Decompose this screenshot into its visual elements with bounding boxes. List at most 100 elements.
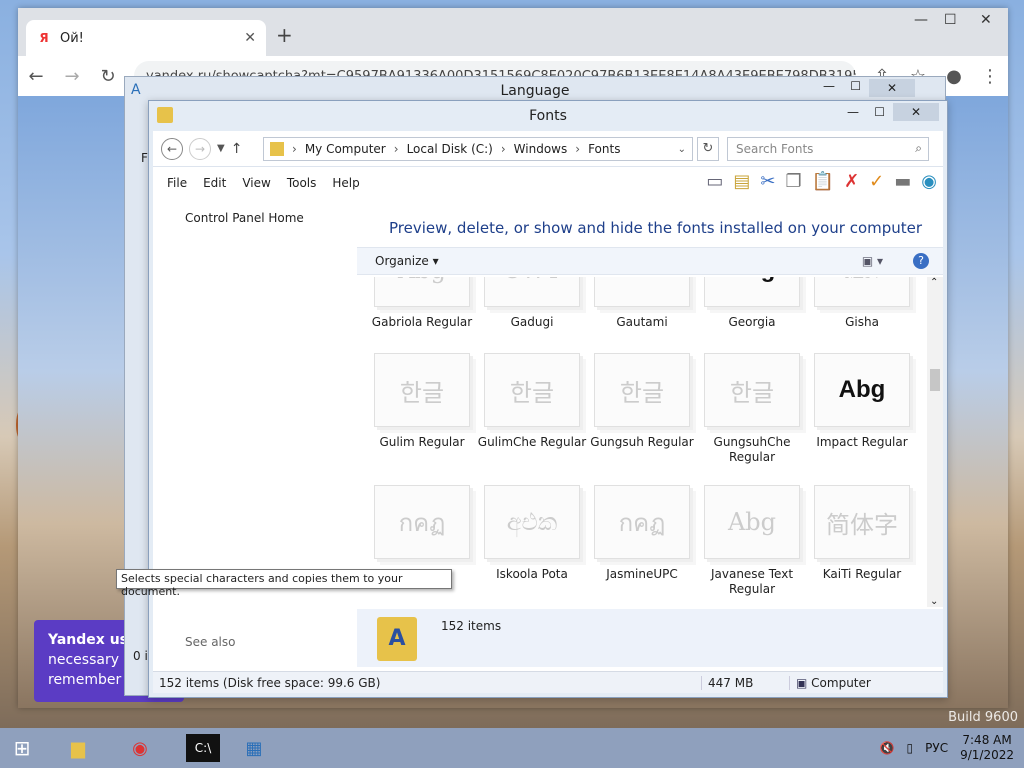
font-item[interactable]: กคฏ	[367, 485, 477, 567]
page-heading: Preview, delete, or show and hide the fo…	[389, 219, 923, 237]
font-item[interactable]: 简体字 KaiTi Regular	[807, 485, 917, 582]
toolbar-icons: ▭ ▤ ✂ ❐ 📋 ✗ ✓ ▬ ◉	[706, 171, 937, 192]
menu-view[interactable]: View	[242, 176, 270, 190]
breadcrumb-item[interactable]: Windows	[514, 142, 568, 156]
font-preview: 한글	[484, 353, 580, 427]
cut-icon[interactable]: ✂	[760, 171, 775, 192]
scroll-down-icon[interactable]: ⌄	[930, 596, 938, 607]
command-prompt-taskbar-icon[interactable]: C:\	[186, 734, 220, 762]
maximize-icon[interactable]: ☐	[850, 79, 861, 93]
close-icon[interactable]: ✕	[893, 103, 939, 121]
forward-icon[interactable]: →	[189, 137, 211, 160]
system-tray: 🔇 ▯ РУС 7:48 AM 9/1/2022	[880, 728, 1014, 768]
input-language[interactable]: РУС	[925, 741, 948, 755]
font-item[interactable]: Abg Impact Regular	[807, 353, 917, 450]
fonts-window: Fonts — ☐ ✕ ← → ▼ ↑ › My Computer › Loca…	[148, 100, 948, 698]
font-name: Gautami	[616, 315, 668, 329]
delete-icon[interactable]: ✗	[844, 171, 859, 192]
font-preview: 简体字	[814, 485, 910, 559]
left-pane: Control Panel Home See also	[153, 199, 357, 671]
close-icon[interactable]: ✕	[869, 79, 915, 97]
reload-icon[interactable]: ↻	[98, 66, 118, 87]
control-panel-taskbar-icon[interactable]: ▦	[226, 728, 282, 768]
font-item[interactable]: Gautami	[587, 277, 697, 330]
status-bar: 152 items (Disk free space: 99.6 GB) 447…	[153, 671, 943, 693]
font-item[interactable]: 한글 Gungsuh Regular	[587, 353, 697, 450]
start-button[interactable]: ⊞	[0, 728, 44, 768]
font-item[interactable]: අඑක Iskoola Pota	[477, 485, 587, 582]
font-item[interactable]: 한글 GulimChe Regular	[477, 353, 587, 450]
new-tab-icon[interactable]: +	[276, 23, 293, 47]
status-size: 447 MB	[701, 675, 789, 690]
organize-label: Organize	[375, 254, 429, 268]
search-icon: ⌕	[915, 141, 922, 155]
status-items: 152 items (Disk free space: 99.6 GB)	[159, 675, 381, 690]
scroll-up-icon[interactable]: ⌃	[930, 277, 938, 288]
chrome-taskbar-icon[interactable]: ◉	[112, 728, 168, 768]
font-item[interactable]: Abg Georgia	[697, 277, 807, 330]
organize-button[interactable]: Organize ▾	[375, 254, 439, 268]
recent-dropdown-icon[interactable]: ▼	[217, 143, 225, 154]
vertical-scrollbar[interactable]: ⌃ ⌄	[927, 277, 943, 607]
minimize-icon[interactable]: —	[847, 105, 859, 119]
search-input[interactable]: Search Fonts ⌕	[727, 137, 929, 161]
forward-icon[interactable]: →	[62, 66, 82, 87]
clock-date: 9/1/2022	[960, 748, 1014, 762]
font-item[interactable]: אבג Gisha	[807, 277, 917, 330]
breadcrumb-item[interactable]: My Computer	[305, 142, 386, 156]
back-icon[interactable]: ←	[26, 66, 46, 87]
volume-muted-icon[interactable]: 🔇	[880, 741, 895, 755]
font-item[interactable]: กคฏ JasmineUPC	[587, 485, 697, 582]
network-icon[interactable]: ▯	[907, 741, 914, 755]
font-item[interactable]: 한글 GungsuhChe Regular	[697, 353, 807, 465]
back-icon[interactable]: ←	[161, 137, 183, 160]
up-icon[interactable]: ↑	[231, 141, 243, 157]
scrollbar-thumb[interactable]	[930, 369, 940, 391]
font-item[interactable]: CWY Gadugi	[477, 277, 587, 330]
menu-tools[interactable]: Tools	[287, 176, 317, 190]
language-window-title: Language	[500, 83, 570, 99]
paste-icon[interactable]: 📋	[812, 171, 834, 192]
rename-icon[interactable]: ▬	[894, 171, 911, 192]
copy-icon[interactable]: ❐	[786, 171, 802, 192]
menu-edit[interactable]: Edit	[203, 176, 226, 190]
maximize-icon[interactable]: ☐	[944, 12, 957, 28]
view-options-icon[interactable]: ▣ ▾	[862, 254, 883, 268]
font-preview: กคฏ	[374, 485, 470, 559]
breadcrumb-item[interactable]: Fonts	[588, 142, 620, 156]
file-explorer-taskbar-icon[interactable]: ▆	[50, 728, 106, 768]
tab-close-icon[interactable]: ✕	[244, 30, 256, 46]
layout-icon[interactable]: ▭	[706, 171, 723, 192]
font-item[interactable]: 한글 Gulim Regular	[367, 353, 477, 450]
font-name: JasmineUPC	[606, 567, 678, 581]
address-breadcrumb[interactable]: › My Computer › Local Disk (C:) › Window…	[263, 137, 693, 161]
maximize-icon[interactable]: ☐	[874, 105, 885, 119]
font-preview	[594, 277, 690, 307]
help-icon[interactable]: ?	[913, 253, 929, 269]
chevron-down-icon[interactable]: ⌄	[678, 144, 686, 155]
browser-tab[interactable]: Я Ой! ✕	[26, 20, 266, 56]
font-item[interactable]: Abg Javanese Text Regular	[697, 485, 807, 597]
minimize-icon[interactable]: —	[914, 12, 928, 28]
status-location-text: Computer	[811, 675, 871, 690]
close-icon[interactable]: ✕	[980, 12, 992, 28]
font-preview: กคฏ	[594, 485, 690, 559]
font-name: Gadugi	[510, 315, 554, 329]
control-panel-home-link[interactable]: Control Panel Home	[185, 211, 304, 225]
font-preview: 한글	[704, 353, 800, 427]
menu-kebab-icon[interactable]: ⋮	[980, 66, 1000, 87]
globe-icon[interactable]: ◉	[921, 171, 937, 192]
minimize-icon[interactable]: —	[823, 79, 835, 93]
check-icon[interactable]: ✓	[869, 171, 884, 192]
menu-help[interactable]: Help	[332, 176, 359, 190]
font-name: Gisha	[845, 315, 879, 329]
profile-icon[interactable]: ●	[944, 66, 964, 87]
clock[interactable]: 7:48 AM 9/1/2022	[960, 733, 1014, 763]
font-item[interactable]: Abg Gabriola Regular	[367, 277, 477, 330]
command-bar: Organize ▾ ▣ ▾ ?	[357, 247, 943, 275]
properties-icon[interactable]: ▤	[733, 171, 750, 192]
breadcrumb-item[interactable]: Local Disk (C:)	[407, 142, 493, 156]
refresh-icon[interactable]: ↻	[697, 137, 719, 161]
search-placeholder: Search Fonts	[736, 142, 814, 156]
menu-file[interactable]: File	[167, 176, 187, 190]
